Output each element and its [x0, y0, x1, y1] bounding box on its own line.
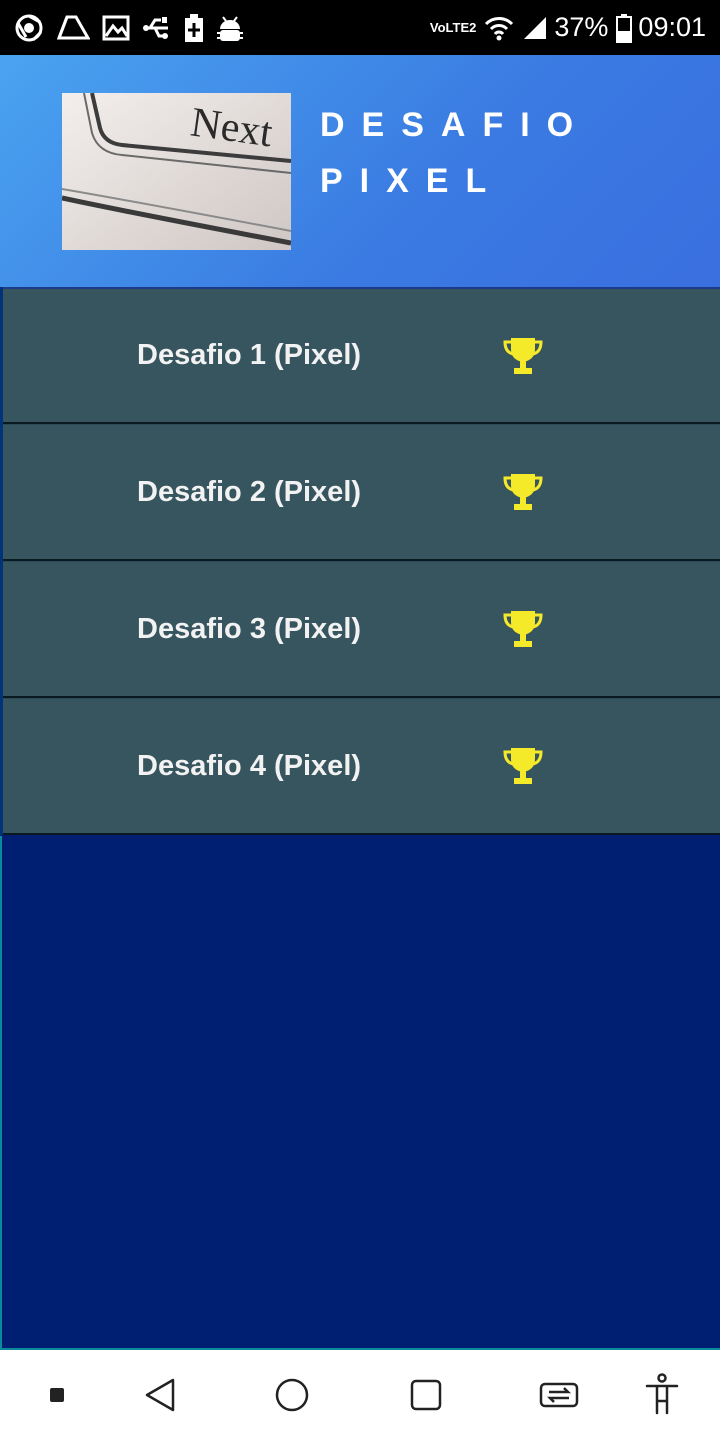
- app-title: DESAFIO PIXEL: [320, 97, 590, 209]
- wifi-icon: [484, 15, 514, 41]
- status-bar: Vo LTE2 37% 09:01: [0, 0, 720, 55]
- challenge-item-3[interactable]: Desafio 3 (Pixel): [3, 561, 720, 698]
- trophy-icon: [502, 471, 544, 513]
- trophy-icon: [502, 608, 544, 650]
- challenge-list: Desafio 1 (Pixel) Desafio 2 (Pixel) Desa…: [0, 287, 720, 835]
- app-logo: Next: [62, 93, 291, 250]
- battery-percent: 37%: [554, 12, 609, 42]
- title-line-2: PIXEL: [320, 162, 504, 200]
- clock: 09:01: [638, 12, 706, 42]
- status-left-icons: [14, 13, 256, 43]
- challenge-item-2[interactable]: Desafio 2 (Pixel): [3, 424, 720, 561]
- usb-icon: [142, 15, 172, 41]
- signal-icon: [522, 15, 548, 41]
- volte-label-top: Vo: [429, 20, 446, 35]
- back-icon[interactable]: [143, 1377, 177, 1413]
- recents-icon[interactable]: [409, 1378, 443, 1412]
- battery-charging-icon: [184, 13, 204, 43]
- challenge-item-4[interactable]: Desafio 4 (Pixel): [3, 698, 720, 835]
- android-debug-icon: [216, 13, 244, 43]
- empty-content-area: [0, 836, 720, 1350]
- app-header: Next DESAFIO PIXEL: [0, 55, 720, 287]
- home-icon[interactable]: [274, 1377, 310, 1413]
- title-line-1: DESAFIO: [320, 106, 591, 144]
- challenge-item-1[interactable]: Desafio 1 (Pixel): [3, 287, 720, 424]
- image-icon: [102, 14, 130, 42]
- volte-indicator: Vo LTE2: [430, 21, 476, 34]
- chrome-icon: [14, 13, 44, 43]
- challenge-label: Desafio 3 (Pixel): [137, 612, 362, 645]
- challenge-label: Desafio 1 (Pixel): [137, 339, 362, 371]
- small-square-icon[interactable]: [49, 1387, 65, 1403]
- challenge-label: Desafio 4 (Pixel): [137, 749, 362, 782]
- accessibility-icon[interactable]: [644, 1373, 680, 1417]
- navigation-bar: [0, 1350, 720, 1440]
- drive-icon: [56, 14, 90, 42]
- trophy-icon: [502, 745, 544, 787]
- battery-icon: [616, 13, 633, 43]
- volte-label-bottom: LTE2: [445, 20, 477, 35]
- status-right-icons: Vo LTE2 37% 09:01: [422, 12, 706, 43]
- challenge-label: Desafio 2 (Pixel): [137, 475, 362, 508]
- trophy-icon: [502, 335, 544, 377]
- switch-app-icon[interactable]: [538, 1379, 580, 1411]
